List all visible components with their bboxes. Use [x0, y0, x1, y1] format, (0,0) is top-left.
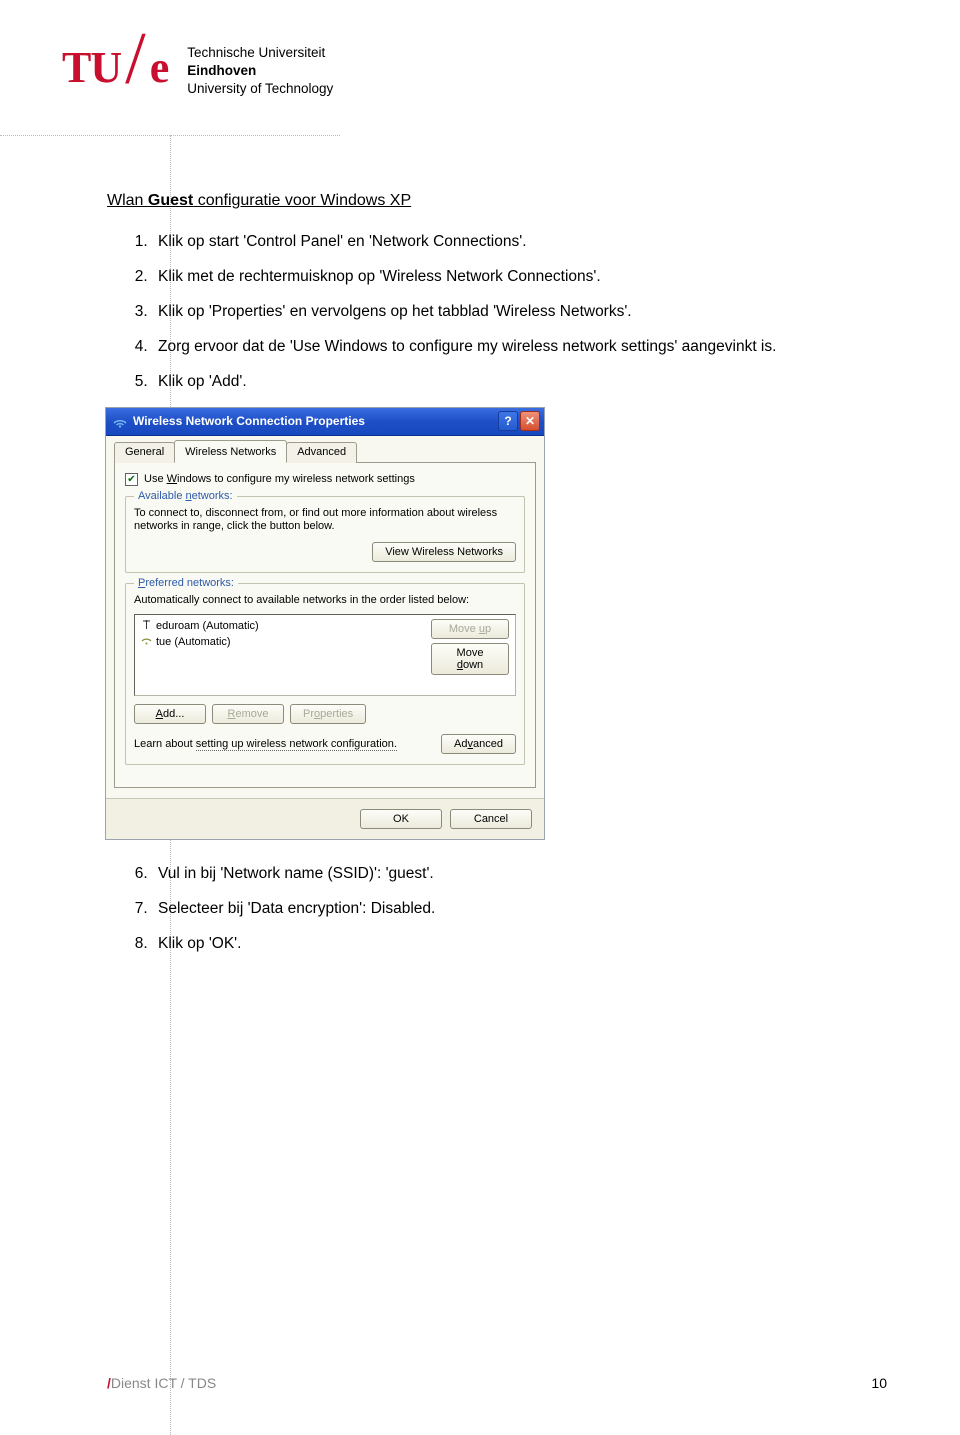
advanced-button[interactable]: Advanced	[441, 734, 516, 754]
page-number: 10	[871, 1375, 887, 1391]
step-item: Selecteer bij 'Data encryption': Disable…	[152, 899, 887, 920]
step-item: Klik op 'OK'.	[152, 934, 887, 955]
university-name: Technische Universiteit Eindhoven Univer…	[187, 44, 333, 99]
logo-tu: TU	[62, 42, 121, 93]
footer-dept: /Dienst ICT / TDS	[107, 1375, 216, 1391]
preferred-networks-text: Automatically connect to available netwo…	[134, 594, 516, 608]
available-networks-text: To connect to, disconnect from, or find …	[134, 507, 516, 535]
use-windows-label: Use Windows to configure my wireless net…	[144, 473, 415, 485]
network-label: eduroam (Automatic)	[156, 620, 259, 632]
uni-line3: University of Technology	[187, 80, 333, 98]
footer-dept-text: Dienst ICT / TDS	[111, 1375, 216, 1391]
cancel-button[interactable]: Cancel	[450, 809, 532, 829]
move-buttons: Move up Move down	[425, 615, 515, 695]
dialog-title: Wireless Network Connection Properties	[133, 414, 496, 428]
tab-strip: General Wireless Networks Advanced	[114, 442, 536, 463]
learn-link[interactable]: setting up wireless network configuratio…	[196, 738, 397, 751]
step-item: Zorg ervoor dat de 'Use Windows to confi…	[152, 337, 887, 358]
ok-button[interactable]: OK	[360, 809, 442, 829]
xp-properties-dialog: Wireless Network Connection Properties ?…	[105, 407, 545, 840]
page-header: TU / e Technische Universiteit Eindhoven…	[62, 42, 333, 99]
use-windows-checkbox-row: ✔ Use Windows to configure my wireless n…	[125, 473, 525, 486]
network-label: tue (Automatic)	[156, 636, 231, 648]
document-content: Wlan Guest configuratie voor Windows XP …	[107, 192, 887, 969]
wifi-icon	[141, 635, 152, 649]
available-networks-group: Available networks: To connect to, disco…	[125, 496, 525, 574]
section-title: Wlan Guest configuratie voor Windows XP	[107, 192, 887, 210]
uni-line1: Technische Universiteit	[187, 44, 333, 62]
page-footer: /Dienst ICT / TDS 10	[107, 1375, 887, 1391]
view-wireless-networks-button[interactable]: View Wireless Networks	[372, 542, 516, 562]
steps-list-before: Klik op start 'Control Panel' en 'Networ…	[152, 232, 887, 393]
tab-content: ✔ Use Windows to configure my wireless n…	[114, 462, 536, 788]
dialog-body: General Wireless Networks Advanced ✔ Use…	[106, 436, 544, 798]
remove-button[interactable]: Remove	[212, 704, 284, 724]
logo-e: e	[150, 42, 170, 93]
learn-text: Learn about setting up wireless network …	[134, 738, 397, 750]
step-item: Vul in bij 'Network name (SSID)': 'guest…	[152, 864, 887, 885]
learn-prefix: Learn about	[134, 738, 196, 750]
preferred-networks-listbox[interactable]: eduroam (Automatic) tue (Automatic) Move…	[134, 614, 516, 696]
available-networks-title: Available networks:	[134, 490, 237, 502]
tab-advanced[interactable]: Advanced	[286, 442, 357, 463]
tab-wireless-networks[interactable]: Wireless Networks	[174, 440, 287, 463]
move-down-button[interactable]: Move down	[431, 643, 509, 675]
network-list: eduroam (Automatic) tue (Automatic)	[135, 615, 425, 695]
step-item: Klik op 'Add'.	[152, 372, 887, 393]
title-suffix: configuratie voor Windows XP	[193, 192, 411, 209]
tab-general[interactable]: General	[114, 442, 175, 463]
dialog-titlebar: Wireless Network Connection Properties ?…	[106, 408, 544, 436]
steps-list-after: Vul in bij 'Network name (SSID)': 'guest…	[152, 864, 887, 955]
antenna-icon	[141, 619, 152, 633]
add-button[interactable]: Add...	[134, 704, 206, 724]
step-item: Klik met de rechtermuisknop op 'Wireless…	[152, 267, 887, 288]
learn-row: Learn about setting up wireless network …	[134, 734, 516, 754]
dialog-footer: OK Cancel	[106, 798, 544, 839]
step-item: Klik op start 'Control Panel' en 'Networ…	[152, 232, 887, 253]
preferred-networks-title: Preferred networks:	[134, 577, 238, 589]
properties-button[interactable]: Properties	[290, 704, 366, 724]
use-windows-checkbox[interactable]: ✔	[125, 473, 138, 486]
list-item[interactable]: eduroam (Automatic)	[141, 619, 419, 633]
underline-w: W	[167, 473, 177, 485]
wireless-icon	[112, 413, 128, 429]
list-buttons-row: Add... Remove Properties	[134, 704, 516, 724]
list-item[interactable]: tue (Automatic)	[141, 635, 419, 649]
move-up-button[interactable]: Move up	[431, 619, 509, 639]
title-prefix: Wlan	[107, 192, 148, 209]
uni-line2: Eindhoven	[187, 62, 333, 80]
preferred-networks-group: Preferred networks: Automatically connec…	[125, 583, 525, 765]
help-button[interactable]: ?	[498, 411, 518, 431]
close-button[interactable]: ✕	[520, 411, 540, 431]
step-item: Klik op 'Properties' en vervolgens op he…	[152, 302, 887, 323]
title-bold: Guest	[148, 192, 193, 209]
logo-slash-icon: /	[125, 34, 146, 86]
